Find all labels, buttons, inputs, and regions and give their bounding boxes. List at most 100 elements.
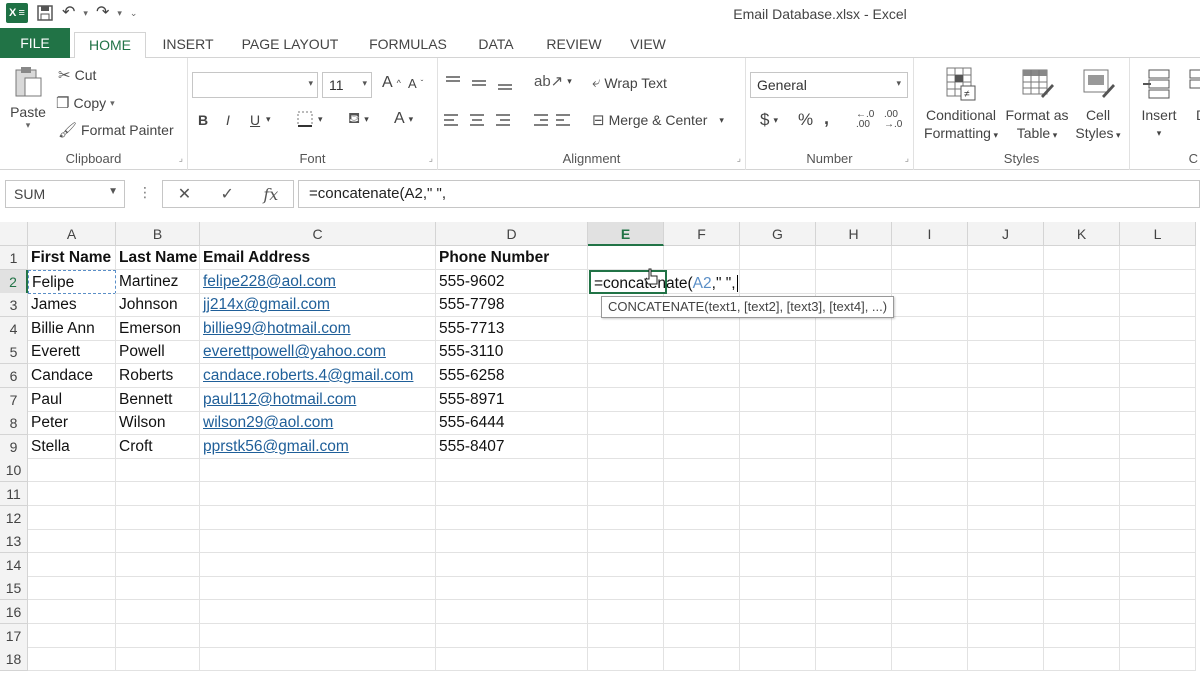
cell-j7[interactable] (968, 387, 1044, 412)
cell-e17[interactable] (588, 623, 664, 648)
cell-k5[interactable] (1044, 340, 1120, 365)
cell-j13[interactable] (968, 529, 1044, 554)
cancel-icon[interactable]: ✕ (178, 184, 191, 204)
cell-c3[interactable]: jj214x@gmail.com (200, 293, 436, 318)
cell-i1[interactable] (892, 246, 968, 270)
cell-a6[interactable]: Candace (28, 364, 116, 388)
cell-c7[interactable]: paul112@hotmail.com (200, 387, 436, 412)
cell-i10[interactable] (892, 458, 968, 483)
cell-d5[interactable]: 555-3110 (436, 340, 588, 365)
tab-review[interactable]: REVIEW (538, 32, 610, 58)
cell-j16[interactable] (968, 600, 1044, 624)
cell-b14[interactable] (116, 552, 200, 577)
cell-b15[interactable] (116, 576, 200, 601)
conditional-formatting-button[interactable]: ≠ Conditional Formatting ▾ (918, 66, 1004, 144)
cell-d13[interactable] (436, 529, 588, 554)
font-launcher-icon[interactable]: ⌟ (429, 153, 433, 164)
cell-g8[interactable] (740, 411, 816, 436)
shrink-font-button[interactable]: Aˇ (408, 76, 423, 91)
cell-k8[interactable] (1044, 411, 1120, 436)
cell-i17[interactable] (892, 623, 968, 648)
clipboard-launcher-icon[interactable]: ⌟ (179, 153, 183, 164)
cell-d2[interactable]: 555-9602 (436, 269, 588, 294)
tab-data[interactable]: DATA (468, 32, 524, 58)
row-header-10[interactable]: 10 (0, 458, 28, 483)
row-header-1[interactable]: 1 (0, 246, 28, 270)
cell-k6[interactable] (1044, 364, 1120, 388)
cell-f13[interactable] (664, 529, 740, 554)
cell-e5[interactable] (588, 340, 664, 365)
cell-a7[interactable]: Paul (28, 387, 116, 412)
cell-h5[interactable] (816, 340, 892, 365)
cell-l3[interactable] (1120, 293, 1196, 318)
name-box[interactable]: SUM ▼ (5, 180, 125, 208)
cell-g9[interactable] (740, 434, 816, 459)
tab-home[interactable]: HOME (74, 32, 146, 59)
cell-i9[interactable] (892, 434, 968, 459)
cut-button[interactable]: ✂ Cut (58, 66, 96, 84)
cell-k3[interactable] (1044, 293, 1120, 318)
orientation-button[interactable]: ab↗ ▾ (534, 72, 572, 90)
cell-c18[interactable] (200, 647, 436, 672)
cell-a16[interactable] (28, 600, 116, 624)
copy-dropdown-icon[interactable]: ▾ (110, 98, 115, 109)
merge-center-button[interactable]: ⊟ Merge & Center ▾ (592, 111, 724, 129)
cell-a15[interactable] (28, 576, 116, 601)
cell-e4[interactable] (588, 316, 664, 341)
cell-d4[interactable]: 555-7713 (436, 316, 588, 341)
cell-l18[interactable] (1120, 647, 1196, 672)
cell-a1[interactable]: First Name (28, 246, 116, 270)
cell-b7[interactable]: Bennett (116, 387, 200, 412)
cell-k17[interactable] (1044, 623, 1120, 648)
cell-i3[interactable] (892, 293, 968, 318)
cell-e12[interactable] (588, 505, 664, 530)
cell-b11[interactable] (116, 482, 200, 506)
tab-file[interactable]: FILE (0, 28, 70, 58)
cell-d16[interactable] (436, 600, 588, 624)
cell-b13[interactable] (116, 529, 200, 554)
cell-g7[interactable] (740, 387, 816, 412)
cell-c13[interactable] (200, 529, 436, 554)
cell-g4[interactable] (740, 316, 816, 341)
column-header-f[interactable]: F (664, 222, 740, 246)
cell-f7[interactable] (664, 387, 740, 412)
row-header-6[interactable]: 6 (0, 364, 28, 388)
row-header-15[interactable]: 15 (0, 576, 28, 601)
cell-k11[interactable] (1044, 482, 1120, 506)
cell-h12[interactable] (816, 505, 892, 530)
cell-e15[interactable] (588, 576, 664, 601)
underline-button[interactable]: U (250, 112, 260, 128)
cell-d18[interactable] (436, 647, 588, 672)
cell-e8[interactable] (588, 411, 664, 436)
cell-l6[interactable] (1120, 364, 1196, 388)
cell-l17[interactable] (1120, 623, 1196, 648)
cell-f11[interactable] (664, 482, 740, 506)
cell-g16[interactable] (740, 600, 816, 624)
comma-button[interactable]: , (824, 108, 829, 129)
function-tooltip[interactable]: CONCATENATE(text1, [text2], [text3], [te… (601, 296, 895, 318)
cell-b18[interactable] (116, 647, 200, 672)
cell-i12[interactable] (892, 505, 968, 530)
font-color-button[interactable]: A ▾ (394, 110, 413, 128)
column-header-g[interactable]: G (740, 222, 816, 246)
cell-j14[interactable] (968, 552, 1044, 577)
cell-g5[interactable] (740, 340, 816, 365)
cell-h15[interactable] (816, 576, 892, 601)
cell-l8[interactable] (1120, 411, 1196, 436)
cell-i5[interactable] (892, 340, 968, 365)
cell-l10[interactable] (1120, 458, 1196, 483)
cell-d8[interactable]: 555-6444 (436, 411, 588, 436)
cell-i11[interactable] (892, 482, 968, 506)
cell-d6[interactable]: 555-6258 (436, 364, 588, 388)
cell-k13[interactable] (1044, 529, 1120, 554)
cell-f9[interactable] (664, 434, 740, 459)
cell-h14[interactable] (816, 552, 892, 577)
cell-i2[interactable] (892, 269, 968, 294)
cell-f16[interactable] (664, 600, 740, 624)
cell-c8[interactable]: wilson29@aol.com (200, 411, 436, 436)
cell-b17[interactable] (116, 623, 200, 648)
cell-f18[interactable] (664, 647, 740, 672)
cell-a9[interactable]: Stella (28, 434, 116, 459)
cell-styles-button[interactable]: Cell Styles ▾ (1070, 66, 1126, 144)
cell-d7[interactable]: 555-8971 (436, 387, 588, 412)
